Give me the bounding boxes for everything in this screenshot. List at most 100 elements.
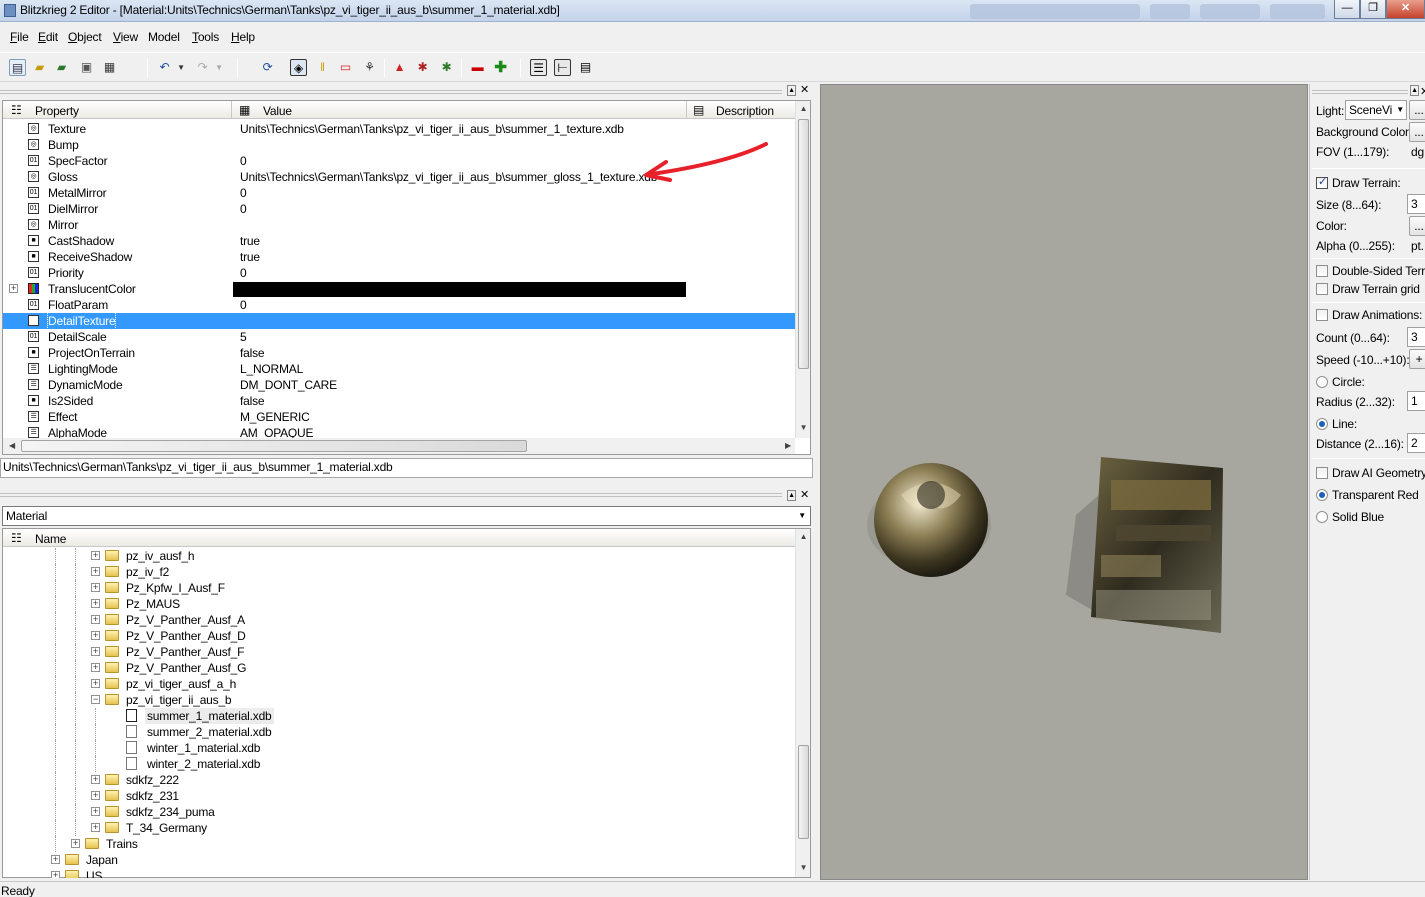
add-icon[interactable]: ✚ xyxy=(492,59,509,76)
draw-terrain-checkbox[interactable]: ✓ xyxy=(1316,176,1328,189)
speed-button[interactable]: + xyxy=(1409,349,1425,369)
property-value[interactable]: 0 xyxy=(240,201,247,217)
menu-model[interactable]: Model xyxy=(148,30,180,44)
scroll-thumb[interactable] xyxy=(798,119,809,369)
new-icon[interactable]: ▤ xyxy=(9,59,26,76)
table-view-icon[interactable]: ▤ xyxy=(577,59,594,76)
property-row[interactable]: + TranslucentColor xyxy=(3,281,795,297)
double-sided-terrain-checkbox[interactable] xyxy=(1316,265,1328,277)
property-value[interactable]: false xyxy=(240,393,265,409)
expand-icon[interactable]: + xyxy=(91,647,100,656)
expand-icon[interactable]: + xyxy=(91,551,100,560)
object-tree[interactable]: ☷ Name + pz_iv_ausf_h + pz_iv_f2 + Pz_Kpfw_I_… xyxy=(2,528,811,878)
wireframe-icon[interactable]: ◈ xyxy=(290,59,307,76)
scroll-up-icon[interactable]: ▲ xyxy=(796,104,811,113)
terrain-color-button[interactable]: ... xyxy=(1409,216,1425,236)
draw-terrain-grid-checkbox[interactable] xyxy=(1316,283,1328,295)
tree-item[interactable]: + Pz_V_Panther_Ausf_A xyxy=(3,612,795,628)
property-row[interactable]: ☰ Effect M_GENERIC xyxy=(3,409,795,425)
property-row[interactable]: ■ ReceiveShadow true xyxy=(3,249,795,265)
tree-item[interactable]: + T_34_Germany xyxy=(3,820,795,836)
scroll-up-icon[interactable]: ▲ xyxy=(796,532,811,541)
tree-item[interactable]: + Pz_Kpfw_I_Ausf_F xyxy=(3,580,795,596)
menu-edit[interactable]: Edit xyxy=(38,30,58,44)
refresh-icon[interactable]: ⟳ xyxy=(259,59,276,76)
tree-item[interactable]: + sdkfz_234_puma xyxy=(3,804,795,820)
property-row[interactable]: ■ CastShadow true xyxy=(3,233,795,249)
column-divider[interactable] xyxy=(231,101,232,119)
name-column-header[interactable]: Name xyxy=(35,532,66,546)
remove-icon[interactable]: ▬ xyxy=(469,59,486,76)
tree-item[interactable]: + Japan xyxy=(3,852,795,868)
chevron-down-icon[interactable]: ▼ xyxy=(798,507,806,525)
expand-icon[interactable]: + xyxy=(91,663,100,672)
property-row[interactable]: ◎ Mirror xyxy=(3,217,795,233)
distance-spinner[interactable]: 2 xyxy=(1407,433,1425,453)
draw-animations-checkbox[interactable] xyxy=(1316,309,1328,321)
skeleton-icon[interactable]: ⚘ xyxy=(361,59,378,76)
transparent-red-radio[interactable] xyxy=(1316,489,1328,501)
object-type-select[interactable]: Material ▼ xyxy=(2,506,811,526)
minimize-button[interactable]: — xyxy=(1334,0,1360,19)
property-row[interactable]: ◎ Texture Units\Technics\German\Tanks\pz_v… xyxy=(3,121,795,137)
scroll-right-icon[interactable]: ▶ xyxy=(783,441,793,450)
expand-icon[interactable]: + xyxy=(91,807,100,816)
expand-icon[interactable]: + xyxy=(91,791,100,800)
property-value[interactable]: false xyxy=(240,345,265,361)
close-button[interactable]: ✕ xyxy=(1386,0,1425,19)
tree-item[interactable]: winter_2_material.xdb xyxy=(3,756,795,772)
tree-item[interactable]: summer_1_material.xdb xyxy=(3,708,795,724)
tree-item[interactable]: + US xyxy=(3,868,795,878)
size-spinner[interactable]: 3 xyxy=(1407,194,1425,214)
property-row[interactable]: 01 DetailScale 5 xyxy=(3,329,795,345)
scroll-thumb[interactable] xyxy=(21,440,527,452)
scroll-down-icon[interactable]: ▼ xyxy=(796,863,811,872)
tree-item[interactable]: + sdkfz_231 xyxy=(3,788,795,804)
tree-item[interactable]: − pz_vi_tiger_ii_aus_b xyxy=(3,692,795,708)
import-icon[interactable]: ▰ xyxy=(53,59,70,76)
redo-dropdown-icon[interactable]: ▼ xyxy=(214,59,224,76)
save-icon[interactable]: ▣ xyxy=(78,59,95,76)
circle-radio[interactable] xyxy=(1316,376,1328,388)
pane-dock-button[interactable]: ▲ xyxy=(787,85,796,96)
export-all-icon[interactable]: ✱ xyxy=(414,59,431,76)
background-color-button[interactable]: ... xyxy=(1409,122,1425,142)
property-row[interactable]: ◎ DetailTexture xyxy=(3,312,795,330)
3d-viewport[interactable] xyxy=(820,84,1308,880)
property-value[interactable]: true xyxy=(240,249,260,265)
pane-close-button[interactable]: ✕ xyxy=(799,490,810,501)
property-vscrollbar[interactable]: ▲ ▼ xyxy=(795,101,810,438)
expand-icon[interactable]: + xyxy=(51,871,60,878)
property-value[interactable]: 5 xyxy=(240,329,247,345)
open-icon[interactable]: ▰ xyxy=(31,59,48,76)
property-column-header[interactable]: Property xyxy=(35,104,79,118)
property-value[interactable]: true xyxy=(240,233,260,249)
expand-icon[interactable]: + xyxy=(91,583,100,592)
property-value[interactable]: Units\Technics\German\Tanks\pz_vi_tiger_… xyxy=(240,169,657,185)
light-browse-button[interactable]: ... xyxy=(1409,100,1425,120)
tree-vscrollbar[interactable]: ▲ ▼ xyxy=(795,529,810,877)
pane-close-button[interactable]: ✕ xyxy=(799,85,810,96)
expand-icon[interactable]: + xyxy=(9,284,18,293)
property-row[interactable]: 01 DielMirror 0 xyxy=(3,201,795,217)
property-row[interactable]: 01 Priority 0 xyxy=(3,265,795,281)
property-row[interactable]: ☰ AlphaMode AM_OPAQUE xyxy=(3,425,795,439)
scroll-left-icon[interactable]: ◀ xyxy=(7,441,17,450)
scroll-down-icon[interactable]: ▼ xyxy=(796,423,811,432)
expand-icon[interactable]: + xyxy=(91,631,100,640)
lighting-icon[interactable]: ‖ xyxy=(314,59,331,76)
export-icon[interactable]: ▲ xyxy=(391,59,408,76)
expand-icon[interactable]: + xyxy=(51,855,60,864)
tree-item[interactable]: winter_1_material.xdb xyxy=(3,740,795,756)
expand-icon[interactable]: + xyxy=(71,839,80,848)
menu-tools[interactable]: Tools xyxy=(192,30,219,44)
description-column-header[interactable]: Description xyxy=(716,104,774,118)
property-hscrollbar[interactable]: ◀ ▶ xyxy=(3,438,795,454)
menu-view[interactable]: View xyxy=(113,30,138,44)
menu-help[interactable]: Help xyxy=(231,30,255,44)
expand-icon[interactable]: + xyxy=(91,599,100,608)
property-value[interactable]: Units\Technics\German\Tanks\pz_vi_tiger_… xyxy=(240,121,624,137)
collapse-icon[interactable]: − xyxy=(91,695,100,704)
value-column-header[interactable]: Value xyxy=(263,104,292,118)
maximize-button[interactable]: ❐ xyxy=(1360,0,1386,19)
